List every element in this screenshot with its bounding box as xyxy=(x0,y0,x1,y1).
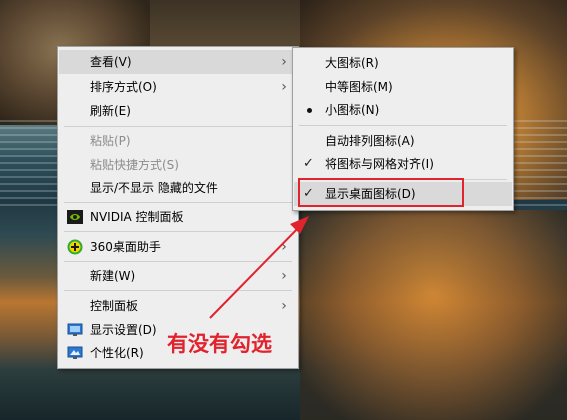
annotation-arrow-icon xyxy=(209,216,309,319)
annotation-text: 有没有勾选 xyxy=(167,332,272,356)
